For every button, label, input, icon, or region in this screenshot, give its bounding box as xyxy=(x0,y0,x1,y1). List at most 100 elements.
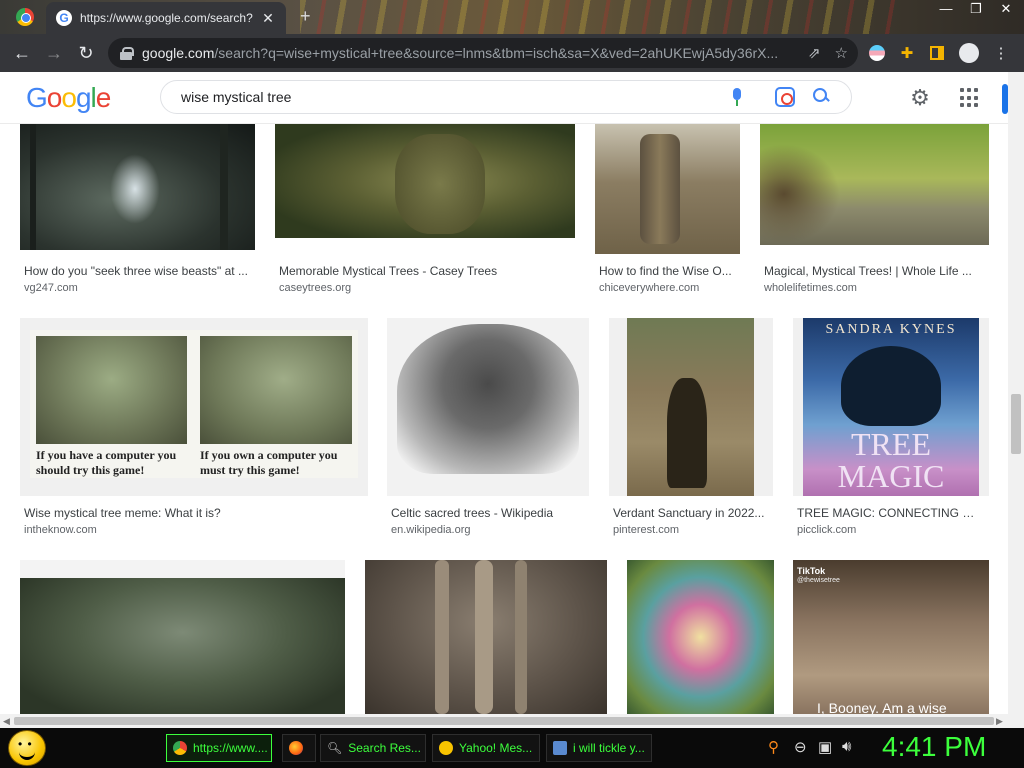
google-logo[interactable]: Google xyxy=(26,82,111,114)
result-caption[interactable]: How to find the Wise O... xyxy=(599,264,739,278)
result-image[interactable] xyxy=(595,124,740,254)
new-tab-button[interactable]: + xyxy=(300,6,311,27)
chrome-icon[interactable] xyxy=(16,8,34,26)
carved-tree-trunk xyxy=(640,134,680,244)
result-domain: vg247.com xyxy=(24,282,78,294)
yahoo-messenger-icon xyxy=(439,741,453,755)
settings-gear-icon[interactable]: ⚙ xyxy=(908,86,932,110)
result-image[interactable] xyxy=(627,560,774,714)
firefox-icon xyxy=(289,741,303,755)
magnifier-icon: 🔍︎ xyxy=(327,741,343,755)
microphone-icon[interactable] xyxy=(727,87,747,107)
result-image[interactable] xyxy=(609,318,773,496)
reload-button[interactable]: ↻ xyxy=(70,37,102,69)
result-domain: caseytrees.org xyxy=(279,282,352,294)
result-caption[interactable]: Celtic sacred trees - Wikipedia xyxy=(391,506,591,520)
result-caption[interactable]: TREE MAGIC: CONNECTING Wit... xyxy=(797,506,983,520)
tab-close-icon[interactable]: ✕ xyxy=(260,10,276,27)
search-tray-icon[interactable]: ⚲ xyxy=(768,738,779,756)
result-image[interactable]: SANDRA KYNES TREE MAGIC xyxy=(793,318,989,496)
scroll-right-arrow-icon[interactable]: ▶ xyxy=(996,714,1003,728)
tiktok-handle: @thewisetree xyxy=(797,577,840,584)
vertical-scroll-thumb[interactable] xyxy=(1011,394,1021,454)
book-title-line1: TREE xyxy=(851,426,931,462)
search-icon[interactable] xyxy=(811,86,831,106)
search-input[interactable]: wise mystical tree xyxy=(160,80,852,114)
wise-tree-face-left xyxy=(36,336,187,444)
verdant-trunk xyxy=(627,318,754,496)
bookmark-star-icon[interactable]: ☆ xyxy=(835,44,848,62)
result-caption[interactable]: How do you "seek three wise beasts" at .… xyxy=(24,264,256,278)
wise-tree-face-right xyxy=(200,336,352,444)
result-image[interactable]: If you have a computer you should try th… xyxy=(20,318,368,496)
meme-text-right: If you own a computer you must try this … xyxy=(200,448,338,477)
treebeard-face xyxy=(395,134,485,234)
start-button-smiley-icon[interactable] xyxy=(8,730,46,766)
result-caption[interactable]: Verdant Sanctuary in 2022... xyxy=(613,506,773,520)
book-cover: SANDRA KYNES TREE MAGIC xyxy=(803,318,979,496)
puzzle-extension-icon[interactable]: ✚ xyxy=(896,42,918,64)
back-button[interactable]: ← xyxy=(6,37,38,69)
google-lens-icon[interactable] xyxy=(775,87,795,107)
result-caption[interactable]: Wise mystical tree meme: What it is? xyxy=(24,506,364,520)
taskbar-button-yahoo-messenger[interactable]: Yahoo! Mes... xyxy=(432,734,540,762)
result-domain: pinterest.com xyxy=(613,524,680,536)
result-domain: chiceverywhere.com xyxy=(599,282,700,294)
horizontal-scroll-thumb[interactable] xyxy=(14,717,994,725)
taskbar-button-firefox[interactable] xyxy=(282,734,316,762)
url-host: google.com xyxy=(142,45,215,61)
status-tray-icon[interactable]: ⊖ xyxy=(794,738,807,756)
maximize-button[interactable]: ❐ xyxy=(962,0,990,20)
search-query: wise mystical tree xyxy=(181,89,292,105)
result-image[interactable] xyxy=(365,560,607,714)
result-image[interactable] xyxy=(387,318,589,496)
forward-button[interactable]: → xyxy=(38,37,70,69)
result-domain: wholelifetimes.com xyxy=(764,282,857,294)
misty-forest xyxy=(20,578,345,714)
tiktok-label: TikTok xyxy=(797,566,826,576)
share-icon[interactable]: ⇗ xyxy=(808,44,821,62)
address-bar: ← → ↻ google.com /search?q=wise+mystical… xyxy=(0,34,1024,72)
result-image[interactable] xyxy=(20,560,345,714)
result-caption[interactable]: Memorable Mystical Trees - Casey Trees xyxy=(279,264,579,278)
side-panel-icon[interactable] xyxy=(926,42,948,64)
chrome-icon xyxy=(173,741,187,755)
scroll-left-arrow-icon[interactable]: ◀ xyxy=(3,714,10,728)
result-image[interactable] xyxy=(760,124,989,245)
result-caption[interactable]: Magical, Mystical Trees! | Whole Life ..… xyxy=(764,264,986,278)
image-results-grid: How do you "seek three wise beasts" at .… xyxy=(0,124,1008,714)
google-apps-icon[interactable] xyxy=(960,88,980,108)
browser-tab[interactable]: G https://www.google.com/search? ✕ xyxy=(46,2,286,34)
twisted-branch xyxy=(760,144,840,244)
result-image[interactable] xyxy=(20,124,255,250)
flag-extension-icon[interactable] xyxy=(866,42,888,64)
tiktok-caption: I, Booney. Am a wise xyxy=(817,700,947,714)
taskbar-button-search[interactable]: 🔍︎ Search Res... xyxy=(320,734,426,762)
browser-tab-bar: G https://www.google.com/search? ✕ + — ❐… xyxy=(0,0,1024,34)
book-author: SANDRA KYNES xyxy=(825,322,957,337)
profile-avatar-icon[interactable] xyxy=(958,42,980,64)
volume-tray-icon[interactable]: 🔊︎ xyxy=(842,738,851,755)
google-favicon-icon: G xyxy=(56,10,72,26)
close-window-button[interactable]: ✕ xyxy=(992,0,1020,20)
vertical-scrollbar[interactable] xyxy=(1008,72,1024,728)
taskbar-clock[interactable]: 4:41 PM xyxy=(882,731,986,763)
google-header: Google wise mystical tree ⚙ xyxy=(0,72,1010,124)
lock-icon[interactable] xyxy=(120,47,134,60)
horizontal-scrollbar[interactable]: ◀ ▶ xyxy=(0,714,1008,728)
minimize-button[interactable]: — xyxy=(932,0,960,20)
result-image[interactable]: TikTok @thewisetree I, Booney. Am a wise xyxy=(793,560,989,714)
tab-title: https://www.google.com/search? xyxy=(80,11,253,25)
taskbar-button-document[interactable]: i will tickle y... xyxy=(546,734,652,762)
result-image[interactable] xyxy=(275,124,575,238)
taskbar-button-chrome[interactable]: https://www.... xyxy=(166,734,272,762)
chrome-menu-icon[interactable]: ⋮ xyxy=(990,42,1012,64)
url-path: /search?q=wise+mystical+tree&source=lnms… xyxy=(214,45,779,61)
wallpaper-graffiti xyxy=(300,0,900,34)
meme-text-left: If you have a computer you should try th… xyxy=(36,448,177,477)
network-tray-icon[interactable]: ▣ xyxy=(818,738,832,756)
book-title-line2: MAGIC xyxy=(837,458,945,494)
result-domain: intheknow.com xyxy=(24,524,97,536)
engraving-tree xyxy=(397,324,579,474)
url-field[interactable]: google.com /search?q=wise+mystical+tree&… xyxy=(108,38,858,68)
